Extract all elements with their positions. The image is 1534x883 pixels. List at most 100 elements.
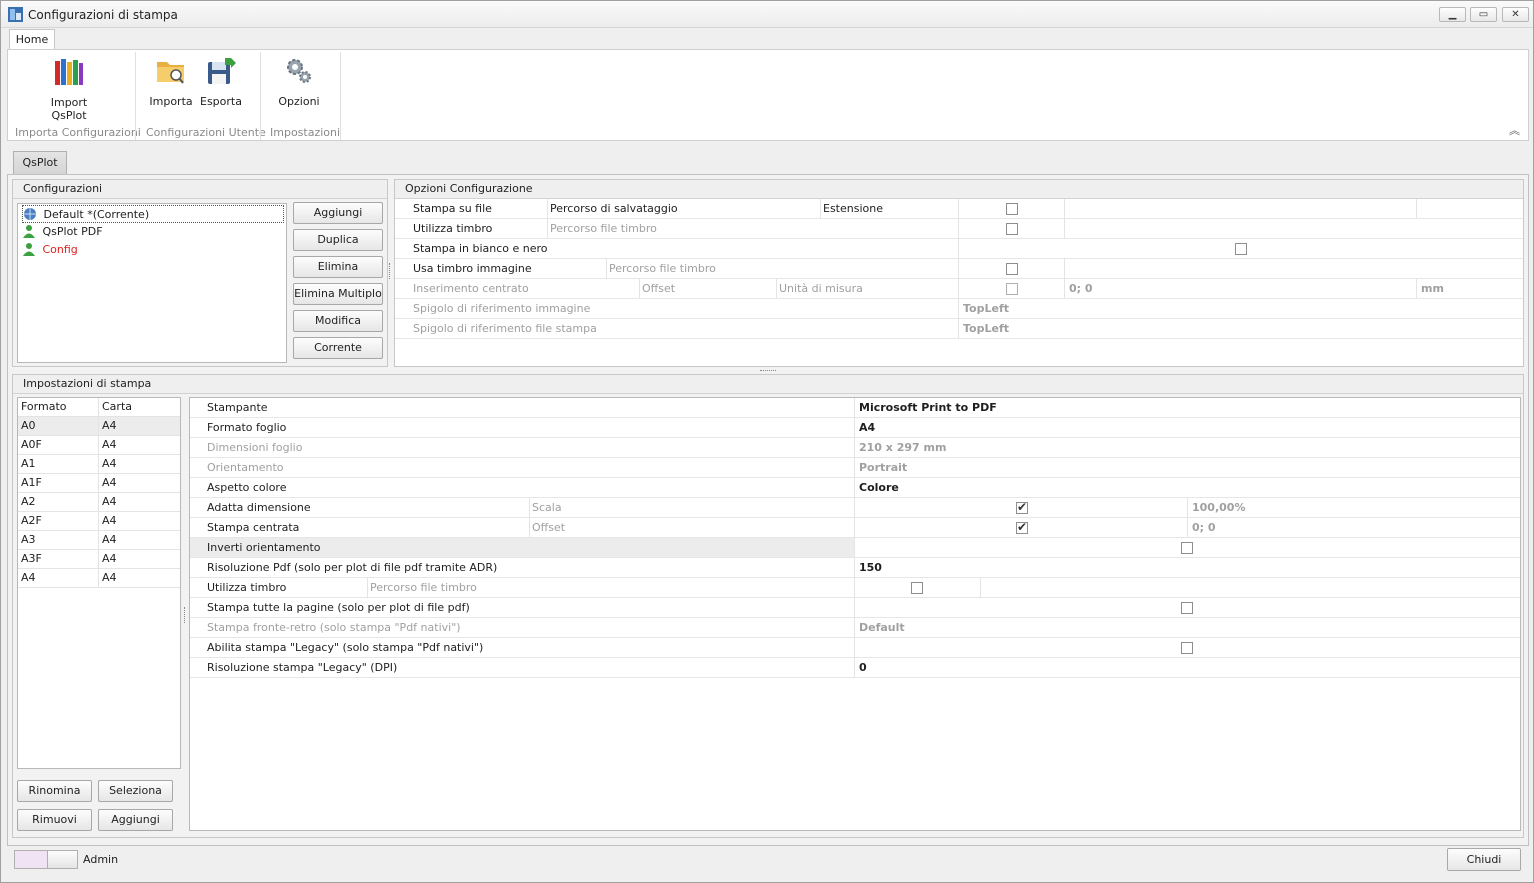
list-item-config[interactable]: Config (22, 241, 78, 259)
opzioni-button[interactable]: Opzioni (274, 54, 324, 108)
list-item-qsplot-pdf[interactable]: QsPlot PDF (22, 223, 103, 241)
importa-button[interactable]: Importa (148, 54, 194, 108)
admin-label: Admin (83, 853, 119, 866)
user-icon (22, 242, 36, 256)
timbro-immagine-checkbox[interactable] (1006, 263, 1018, 275)
rimuovi-button[interactable]: Rimuovi (17, 809, 92, 831)
import-qsplot-button[interactable]: Import QsPlot (36, 54, 102, 122)
aggiungi-formato-button[interactable]: Aggiungi (98, 809, 173, 831)
table-row[interactable]: A0F A4 (18, 436, 180, 455)
opzioni-row-spigolo-file: Spigolo di riferimento file stampa TopLe… (395, 319, 1523, 339)
table-row[interactable]: A2 A4 (18, 493, 180, 512)
minimize-button[interactable]: ▁ (1439, 7, 1466, 22)
timbro-immagine-label: Usa timbro immagine (413, 262, 532, 275)
tutte-pagine-checkbox[interactable] (1181, 602, 1193, 614)
table-row[interactable]: A3F A4 (18, 550, 180, 569)
stampa-file-checkbox[interactable] (1006, 203, 1018, 215)
aggiungi-config-button[interactable]: Aggiungi (293, 202, 383, 224)
cell-carta: A4 (102, 476, 117, 489)
tab-qsplot[interactable]: QsPlot (13, 151, 67, 175)
utilizza-timbro-checkbox[interactable] (1006, 223, 1018, 235)
esporta-label: Esporta (200, 95, 242, 108)
prop-row-adatta-dimensione: Adatta dimensione Scala 100,00% (190, 498, 1520, 518)
list-item-default[interactable]: Default *(Corrente) (22, 205, 284, 223)
seleziona-button[interactable]: Seleziona (98, 780, 173, 802)
bianco-nero-label: Stampa in bianco e nero (413, 242, 548, 255)
table-row[interactable]: A2F A4 (18, 512, 180, 531)
admin-toggle[interactable] (14, 850, 78, 869)
risoluzione-pdf-value[interactable]: 150 (859, 561, 882, 574)
utilizza-timbro-checkbox[interactable] (911, 582, 923, 594)
bianco-nero-checkbox[interactable] (1235, 243, 1247, 255)
maximize-button[interactable]: ▭ (1470, 7, 1497, 22)
elimina-button[interactable]: Elimina (293, 256, 383, 278)
scala-label: Scala (532, 501, 562, 514)
table-row[interactable]: A3 A4 (18, 531, 180, 550)
fronte-retro-label: Stampa fronte-retro (solo stampa "Pdf na… (207, 621, 461, 634)
tutte-pagine-label: Stampa tutte la pagine (solo per plot di… (207, 601, 470, 614)
risoluzione-legacy-value[interactable]: 0 (859, 661, 867, 674)
rinomina-button[interactable]: Rinomina (17, 780, 92, 802)
stampa-centrata-checkbox[interactable] (1016, 520, 1028, 534)
chiudi-button[interactable]: Chiudi (1447, 848, 1521, 871)
orientamento-value: Portrait (859, 461, 908, 474)
offset-value[interactable]: 0; 0 (1192, 521, 1216, 534)
scala-value[interactable]: 100,00% (1192, 501, 1245, 514)
formato-foglio-label: Formato foglio (207, 421, 287, 434)
prop-row-formato-foglio[interactable]: Formato foglio A4 (190, 418, 1520, 438)
table-row[interactable]: A1F A4 (18, 474, 180, 493)
cell-carta: A4 (102, 438, 117, 451)
unita-misura-label: Unità di misura (779, 282, 863, 295)
cell-carta: A4 (102, 495, 117, 508)
table-row[interactable]: A0 A4 (18, 417, 180, 436)
table-row[interactable]: A4 A4 (18, 569, 180, 588)
horizontal-splitter[interactable] (760, 370, 776, 372)
adatta-dimensione-label: Adatta dimensione (207, 501, 311, 514)
corrente-button[interactable]: Corrente (293, 337, 383, 359)
adatta-dimensione-checkbox[interactable] (1016, 500, 1028, 514)
books-icon (53, 57, 85, 87)
prop-row-risoluzione-pdf[interactable]: Risoluzione Pdf (solo per plot di file p… (190, 558, 1520, 578)
inverti-checkbox[interactable] (1181, 542, 1193, 554)
percorso-salvataggio-label: Percorso di salvataggio (550, 202, 678, 215)
close-button[interactable]: ✕ (1502, 7, 1529, 22)
prop-row-inverti: Inverti orientamento (190, 538, 1520, 558)
column-header-formato[interactable]: Formato (21, 398, 67, 416)
opzioni-label: Opzioni (278, 95, 320, 108)
aspetto-colore-value[interactable]: Colore (859, 481, 899, 494)
prop-row-risoluzione-legacy[interactable]: Risoluzione stampa "Legacy" (DPI) 0 (190, 658, 1520, 678)
percorso-timbro-label: Percorso file timbro (550, 222, 657, 235)
inserimento-centrato-checkbox[interactable] (1006, 283, 1018, 295)
collapse-ribbon-icon[interactable]: ︽ (1509, 122, 1520, 138)
vertical-splitter[interactable] (389, 263, 392, 279)
list-item-label: Config (42, 243, 78, 256)
stampante-value[interactable]: Microsoft Print to PDF (859, 401, 997, 414)
prop-row-aspetto-colore[interactable]: Aspetto colore Colore (190, 478, 1520, 498)
formato-foglio-value[interactable]: A4 (859, 421, 875, 434)
cell-formato: A0 (21, 419, 36, 432)
utilizza-timbro-label: Utilizza timbro (413, 222, 493, 235)
opzioni-row-utilizza-timbro: Utilizza timbro Percorso file timbro (395, 219, 1523, 239)
stampa-file-label: Stampa su file (413, 202, 492, 215)
configurazioni-list[interactable]: Default *(Corrente) QsPlot PDF Config (17, 203, 287, 363)
esporta-button[interactable]: Esporta (198, 54, 244, 108)
modifica-button[interactable]: Modifica (293, 310, 383, 332)
cell-formato: A1F (21, 476, 42, 489)
legacy-checkbox[interactable] (1181, 642, 1193, 654)
column-header-carta[interactable]: Carta (102, 398, 132, 416)
prop-row-orientamento: Orientamento Portrait (190, 458, 1520, 478)
cell-carta: A4 (102, 552, 117, 565)
risoluzione-pdf-label: Risoluzione Pdf (solo per plot di file p… (207, 561, 498, 574)
opzioni-row-bianco-nero: Stampa in bianco e nero (395, 239, 1523, 259)
table-row[interactable]: A1 A4 (18, 455, 180, 474)
folder-search-icon (155, 56, 187, 86)
vertical-splitter[interactable] (184, 607, 187, 623)
ribbon: Import QsPlot Importa Configurazioni Imp… (7, 49, 1529, 141)
duplica-button[interactable]: Duplica (293, 229, 383, 251)
formato-grid[interactable]: Formato Carta A0 A4 A0F A4 A1 A4 A1F A4 … (17, 397, 181, 769)
opzioni-row-inserimento: Inserimento centrato Offset Unità di mis… (395, 279, 1523, 299)
tab-home[interactable]: Home (9, 29, 55, 50)
elimina-multiplo-button[interactable]: Elimina Multiplo (293, 283, 383, 305)
prop-row-tutte-pagine: Stampa tutte la pagine (solo per plot di… (190, 598, 1520, 618)
prop-row-stampante[interactable]: Stampante Microsoft Print to PDF (190, 398, 1520, 418)
